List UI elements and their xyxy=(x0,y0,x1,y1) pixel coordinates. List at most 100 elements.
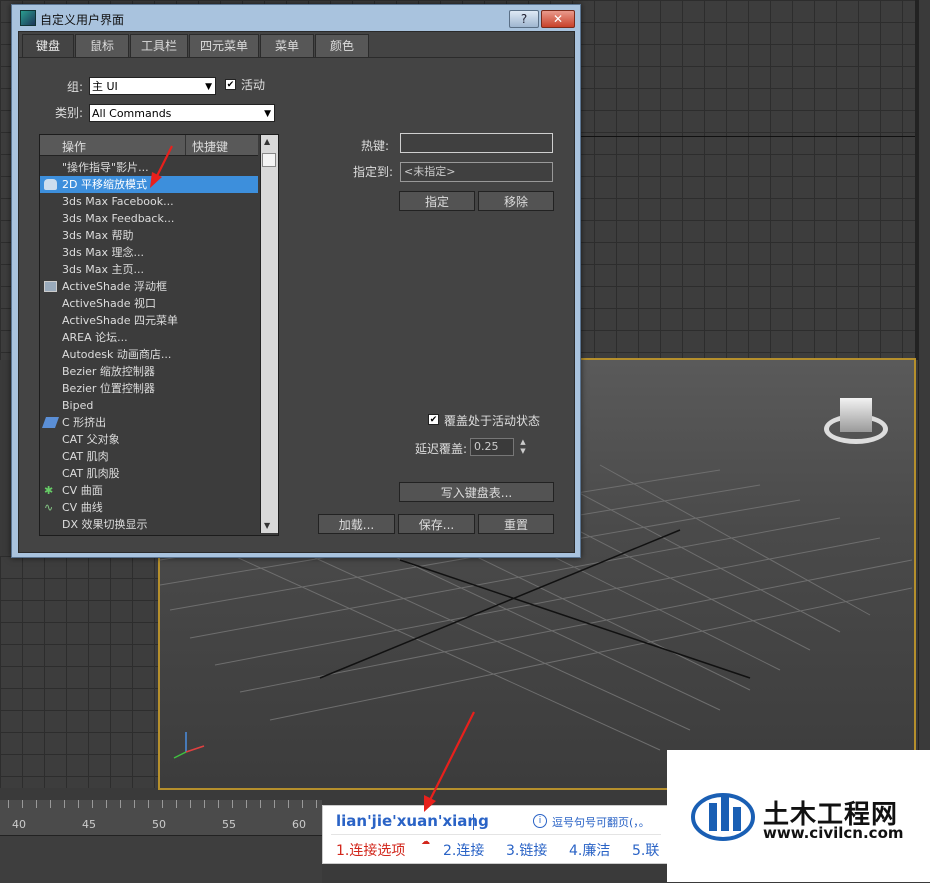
ruler-tick xyxy=(316,800,317,808)
list-item[interactable]: CAT 父对象 xyxy=(40,431,258,448)
scroll-down-icon[interactable]: ▼ xyxy=(264,521,270,530)
column-action[interactable]: 操作 xyxy=(62,138,86,155)
timeline-ruler[interactable]: 40 45 50 55 60 xyxy=(0,800,322,835)
write-keyboard-chart-button[interactable]: 写入键盘表... xyxy=(399,482,554,502)
list-item[interactable]: ∿ CV 曲线 xyxy=(40,499,258,516)
override-active-checkbox[interactable]: ✔ xyxy=(428,414,439,425)
tab-strip-line xyxy=(19,57,574,58)
list-item-label: ActiveShade 视口 xyxy=(62,297,156,310)
list-item-label: 3ds Max Feedback... xyxy=(62,212,175,225)
load-button[interactable]: 加载... xyxy=(318,514,395,534)
ime-hint: 逗号句号可翻页(，。 xyxy=(552,816,650,829)
axis-gizmo-icon xyxy=(173,732,205,759)
ruler-tick xyxy=(232,800,233,808)
ruler-tick xyxy=(162,800,163,808)
tab-colors[interactable]: 颜色 xyxy=(315,34,369,58)
ruler-tick xyxy=(204,800,205,808)
help-button[interactable]: ? xyxy=(509,10,539,28)
list-item-label: DX 效果切换显示 xyxy=(62,518,148,531)
list-item[interactable]: ✱ CV 曲面 xyxy=(40,482,258,499)
hotkey-label: 热键: xyxy=(361,139,390,153)
list-item-label: CV 曲线 xyxy=(62,501,103,514)
chevron-down-icon: ▼ xyxy=(205,82,212,92)
ime-candidate-3[interactable]: 3.链接 xyxy=(506,840,547,860)
ruler-number: 45 xyxy=(82,818,96,831)
column-shortcut[interactable]: 快捷键 xyxy=(192,138,228,155)
list-scrollbar[interactable]: ▲ ▼ xyxy=(260,135,278,533)
list-item[interactable]: 3ds Max 理念... xyxy=(40,244,258,261)
tab-quad-menus[interactable]: 四元菜单 xyxy=(189,34,259,58)
ruler-tick xyxy=(8,800,9,808)
list-item[interactable]: 3ds Max 主页... xyxy=(40,261,258,278)
viewport-bottom-left xyxy=(0,556,158,788)
list-item-selected[interactable]: 2D 平移缩放模式 xyxy=(40,176,258,193)
list-item-label: Bezier 缩放控制器 xyxy=(62,365,155,378)
assign-button[interactable]: 指定 xyxy=(399,191,475,211)
ruler-tick xyxy=(92,800,93,808)
action-list[interactable]: 操作 快捷键 "操作指导"影片... 2D 平移缩放模式 3ds Max Fac… xyxy=(39,134,279,536)
list-item[interactable]: ActiveShade 浮动框 xyxy=(40,278,258,295)
tab-keyboard[interactable]: 键盘 xyxy=(22,34,74,58)
remove-button[interactable]: 移除 xyxy=(478,191,554,211)
scroll-up-icon[interactable]: ▲ xyxy=(264,137,270,146)
category-label: 类别: xyxy=(55,106,84,120)
ruler-tick xyxy=(64,800,65,808)
viewport-divider-top xyxy=(580,136,920,137)
list-item[interactable]: AREA 论坛... xyxy=(40,329,258,346)
override-active-label: 覆盖处于活动状态 xyxy=(444,414,541,428)
reset-button[interactable]: 重置 xyxy=(478,514,554,534)
tab-menus[interactable]: 菜单 xyxy=(260,34,314,58)
ruler-tick xyxy=(22,800,23,808)
tab-toolbars[interactable]: 工具栏 xyxy=(130,34,188,58)
list-item-label: Bezier 位置控制器 xyxy=(62,382,155,395)
category-dropdown[interactable]: All Commands ▼ xyxy=(89,104,275,122)
list-item-label: "操作指导"影片... xyxy=(62,161,149,174)
list-item[interactable]: C 形挤出 xyxy=(40,414,258,431)
list-item[interactable]: ActiveShade 四元菜单 xyxy=(40,312,258,329)
delay-override-input[interactable]: 0.25 xyxy=(470,438,514,456)
list-item[interactable]: ActiveShade 视口 xyxy=(40,295,258,312)
info-icon: i xyxy=(533,814,547,828)
ruler-number: 40 xyxy=(12,818,26,831)
right-panel xyxy=(918,0,930,790)
activeshade-icon xyxy=(44,281,57,292)
ime-candidate-1[interactable]: 1.连接选项 xyxy=(336,840,405,860)
list-item[interactable]: CAT 肌肉 xyxy=(40,448,258,465)
ime-pinyin: lian'jie'xuan'xiang xyxy=(336,812,489,830)
ime-caret xyxy=(473,814,474,830)
list-item[interactable]: Biped xyxy=(40,397,258,414)
ruler-number: 50 xyxy=(152,818,166,831)
list-item-label: 3ds Max 主页... xyxy=(62,263,144,276)
pan-hand-icon xyxy=(44,179,57,190)
ime-candidate-5[interactable]: 5.联 xyxy=(632,840,659,860)
ruler-tick xyxy=(148,800,149,808)
ruler-number: 60 xyxy=(292,818,306,831)
hotkey-input[interactable] xyxy=(400,133,553,153)
ruler-tick xyxy=(106,800,107,808)
list-item[interactable]: Bezier 缩放控制器 xyxy=(40,363,258,380)
ime-candidate-4[interactable]: 4.廉洁 xyxy=(569,840,610,860)
list-item[interactable]: Autodesk 动画商店... xyxy=(40,346,258,363)
list-item-label: 2D 平移缩放模式 xyxy=(62,178,147,191)
save-button[interactable]: 保存... xyxy=(398,514,475,534)
scroll-thumb[interactable] xyxy=(262,153,276,167)
ime-candidate-2[interactable]: 2.连接 xyxy=(443,840,484,860)
list-item[interactable]: DX 效果切换显示 xyxy=(40,516,258,533)
close-button[interactable]: ✕ xyxy=(541,10,575,28)
viewcube-icon[interactable] xyxy=(824,398,890,450)
list-item[interactable]: 3ds Max Facebook... xyxy=(40,193,258,210)
active-checkbox[interactable]: ✔ xyxy=(225,79,236,90)
list-item[interactable]: 3ds Max Feedback... xyxy=(40,210,258,227)
list-item[interactable]: 3ds Max 帮助 xyxy=(40,227,258,244)
delay-spinner-icon[interactable]: ▲ ▼ xyxy=(518,438,528,456)
list-item-label: 3ds Max Facebook... xyxy=(62,195,174,208)
cloud-icon: ☁ xyxy=(421,837,430,847)
ruler-tick xyxy=(274,800,275,808)
list-item[interactable]: Bezier 位置控制器 xyxy=(40,380,258,397)
tab-mouse[interactable]: 鼠标 xyxy=(75,34,129,58)
ruler-tick xyxy=(176,800,177,808)
ruler-tick xyxy=(246,800,247,808)
group-dropdown[interactable]: 主 UI ▼ xyxy=(89,77,216,95)
list-item[interactable]: "操作指导"影片... xyxy=(40,159,258,176)
list-item[interactable]: CAT 肌肉股 xyxy=(40,465,258,482)
